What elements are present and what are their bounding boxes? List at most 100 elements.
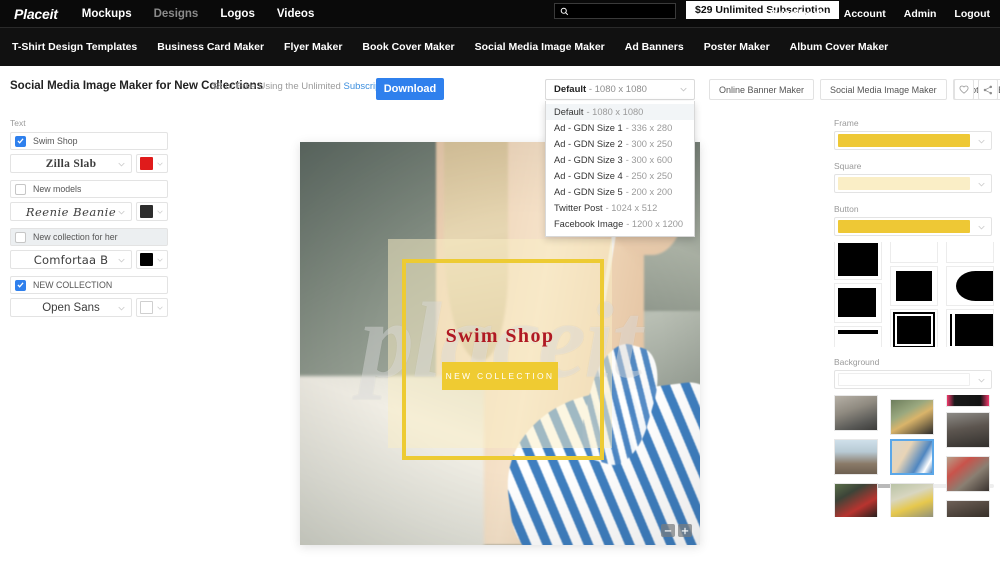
logo-text: Placeit	[14, 5, 58, 22]
background-thumbnail[interactable]	[890, 399, 934, 435]
text-input-value[interactable]: Swim Shop	[33, 136, 78, 146]
text-visibility-checkbox[interactable]	[15, 279, 26, 291]
size-option-name: Facebook Image	[554, 219, 624, 229]
text-input-value[interactable]: New models	[33, 184, 81, 194]
font-select[interactable]: Comfortaa B	[10, 250, 132, 269]
chevron-down-icon	[978, 225, 985, 230]
font-select[interactable]: Zilla Slab	[10, 154, 132, 173]
text-style-row: Comfortaa B	[10, 250, 178, 269]
frame-thumbnail[interactable]	[890, 242, 938, 263]
text-color-select[interactable]	[136, 250, 168, 269]
frame-thumbnail[interactable]	[834, 242, 882, 280]
favorite-button[interactable]	[954, 79, 974, 100]
subnav-item-social-media-image-maker[interactable]: Social Media Image Maker	[475, 41, 605, 53]
size-option-gdn-1[interactable]: Ad - GDN Size 1- 336 x 280	[546, 120, 694, 136]
subnav-item-ad-banners[interactable]: Ad Banners	[625, 41, 684, 53]
tag-online-banner-maker[interactable]: Online Banner Maker	[709, 79, 815, 100]
nav-link-designs[interactable]: Designs	[154, 8, 199, 20]
design-headline-text[interactable]: Swim Shop	[300, 325, 700, 348]
nav-link-account[interactable]: Account	[844, 8, 886, 20]
chevron-down-icon	[157, 306, 163, 310]
chevron-down-icon	[118, 258, 125, 263]
background-thumbnail[interactable]	[834, 439, 878, 475]
text-visibility-checkbox[interactable]	[15, 135, 26, 147]
text-visibility-checkbox[interactable]	[15, 231, 26, 243]
chevron-down-icon	[157, 258, 163, 262]
background-thumbnail[interactable]	[890, 483, 934, 517]
zoom-in-button[interactable]	[678, 524, 692, 537]
frame-thumbnail-grid[interactable]	[834, 242, 994, 347]
button-color-swatch	[838, 220, 970, 233]
frame-color-select[interactable]	[834, 131, 992, 150]
text-row: NEW COLLECTION	[10, 276, 168, 294]
design-button[interactable]: NEW COLLECTION	[442, 361, 558, 390]
size-option-gdn-2[interactable]: Ad - GDN Size 2- 300 x 250	[546, 136, 694, 152]
subnav-item-album-cover-maker[interactable]: Album Cover Maker	[790, 41, 889, 53]
nav-link-mockups[interactable]: Mockups	[82, 8, 132, 20]
frame-thumbnail[interactable]	[890, 266, 938, 306]
font-select[interactable]: Reenie Beanie	[10, 202, 132, 221]
size-select[interactable]: Default - 1080 x 1080	[545, 79, 695, 100]
check-icon	[17, 138, 24, 144]
button-label: Button	[834, 204, 859, 214]
search-input[interactable]	[554, 3, 676, 19]
square-color-select[interactable]	[834, 174, 992, 193]
size-option-dim: - 336 x 280	[625, 123, 673, 133]
background-thumbnail[interactable]	[946, 395, 990, 407]
placeit-logo[interactable]: Placeit	[14, 6, 58, 22]
account-nav-links: Downloads Account Admin Logout	[770, 0, 990, 27]
background-thumbnail[interactable]	[946, 456, 990, 492]
size-select-menu[interactable]: Default - 1080 x 1080 Ad - GDN Size 1- 33…	[545, 101, 695, 237]
size-option-facebook-image[interactable]: Facebook Image - 1200 x 1200	[546, 216, 694, 232]
design-frame[interactable]	[402, 258, 604, 461]
background-thumbnail[interactable]	[946, 500, 990, 517]
share-button[interactable]	[978, 79, 998, 100]
text-row: New models	[10, 180, 168, 198]
size-option-gdn-3[interactable]: Ad - GDN Size 3- 300 x 600	[546, 152, 694, 168]
frame-thumbnail[interactable]	[946, 309, 994, 347]
subnav-item-flyer-maker[interactable]: Flyer Maker	[284, 41, 342, 53]
text-color-select[interactable]	[136, 298, 168, 317]
heart-icon	[959, 85, 969, 94]
subnav-item-business-card-maker[interactable]: Business Card Maker	[157, 41, 264, 53]
text-color-select[interactable]	[136, 202, 168, 221]
size-option-gdn-5[interactable]: Ad - GDN Size 5- 200 x 200	[546, 184, 694, 200]
text-color-select[interactable]	[136, 154, 168, 173]
top-navigation-bar: Placeit Mockups Designs Logos Videos $29…	[0, 0, 1000, 27]
background-thumbnail[interactable]	[834, 483, 878, 517]
background-thumbnail[interactable]	[834, 395, 878, 431]
frame-thumbnail[interactable]	[834, 283, 882, 323]
size-option-name: Ad - GDN Size 5	[554, 187, 623, 197]
chevron-down-icon	[978, 378, 985, 383]
nav-link-videos[interactable]: Videos	[277, 8, 315, 20]
chevron-down-icon	[157, 210, 163, 214]
button-color-select[interactable]	[834, 217, 992, 236]
text-input-value[interactable]: NEW COLLECTION	[33, 280, 112, 290]
background-thumbnail-grid[interactable]	[834, 395, 994, 517]
download-button[interactable]: Download	[376, 78, 444, 100]
background-thumbnail[interactable]	[946, 412, 990, 448]
frame-thumbnail[interactable]	[946, 242, 994, 263]
subnav-item-poster-maker[interactable]: Poster Maker	[704, 41, 770, 53]
background-thumbnail-selected[interactable]	[890, 439, 934, 475]
text-input-value[interactable]: New collection for her	[33, 232, 118, 242]
zoom-out-button[interactable]	[661, 524, 675, 537]
background-select[interactable]	[834, 370, 992, 389]
nav-link-admin[interactable]: Admin	[904, 8, 937, 20]
frame-thumbnail[interactable]	[890, 309, 938, 347]
frame-thumbnail[interactable]	[946, 266, 994, 306]
font-name: Open Sans	[42, 301, 100, 314]
nav-link-logos[interactable]: Logos	[220, 8, 255, 20]
size-option-gdn-4[interactable]: Ad - GDN Size 4- 250 x 250	[546, 168, 694, 184]
frame-thumbnail[interactable]	[834, 326, 882, 347]
size-option-default[interactable]: Default - 1080 x 1080	[546, 104, 694, 120]
nav-link-logout[interactable]: Logout	[954, 8, 990, 20]
text-visibility-checkbox[interactable]	[15, 183, 26, 195]
subnav-item-tshirt-design-templates[interactable]: T-Shirt Design Templates	[12, 41, 137, 53]
tag-social-media-image-maker[interactable]: Social Media Image Maker	[820, 79, 947, 100]
size-option-twitter-post[interactable]: Twitter Post - 1024 x 512	[546, 200, 694, 216]
nav-link-downloads[interactable]: Downloads	[770, 8, 826, 20]
size-option-name: Ad - GDN Size 2	[554, 139, 623, 149]
font-select[interactable]: Open Sans	[10, 298, 132, 317]
subnav-item-book-cover-maker[interactable]: Book Cover Maker	[362, 41, 454, 53]
